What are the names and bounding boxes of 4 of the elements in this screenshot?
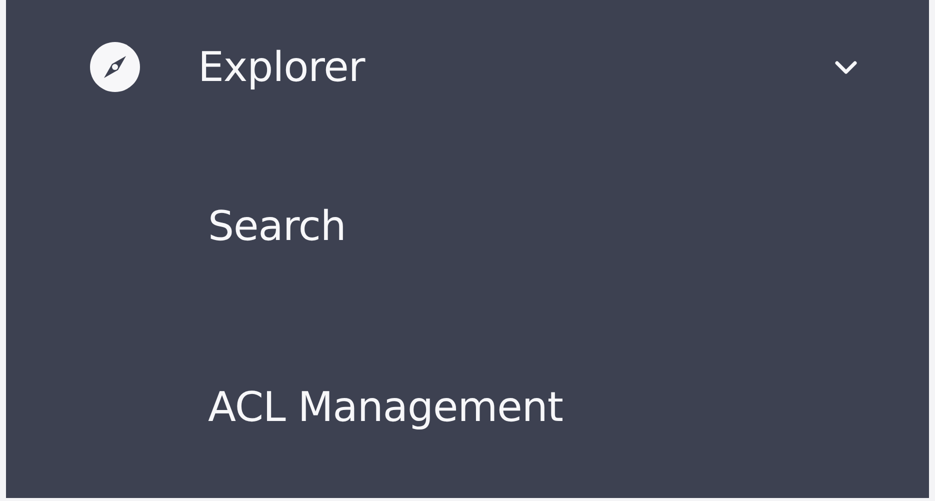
submenu-item[interactable]: Search xyxy=(208,202,346,250)
compass-icon xyxy=(90,42,140,92)
menu-item[interactable]: Explorer xyxy=(198,43,833,92)
submenu-item[interactable]: ACL Management xyxy=(208,383,563,432)
